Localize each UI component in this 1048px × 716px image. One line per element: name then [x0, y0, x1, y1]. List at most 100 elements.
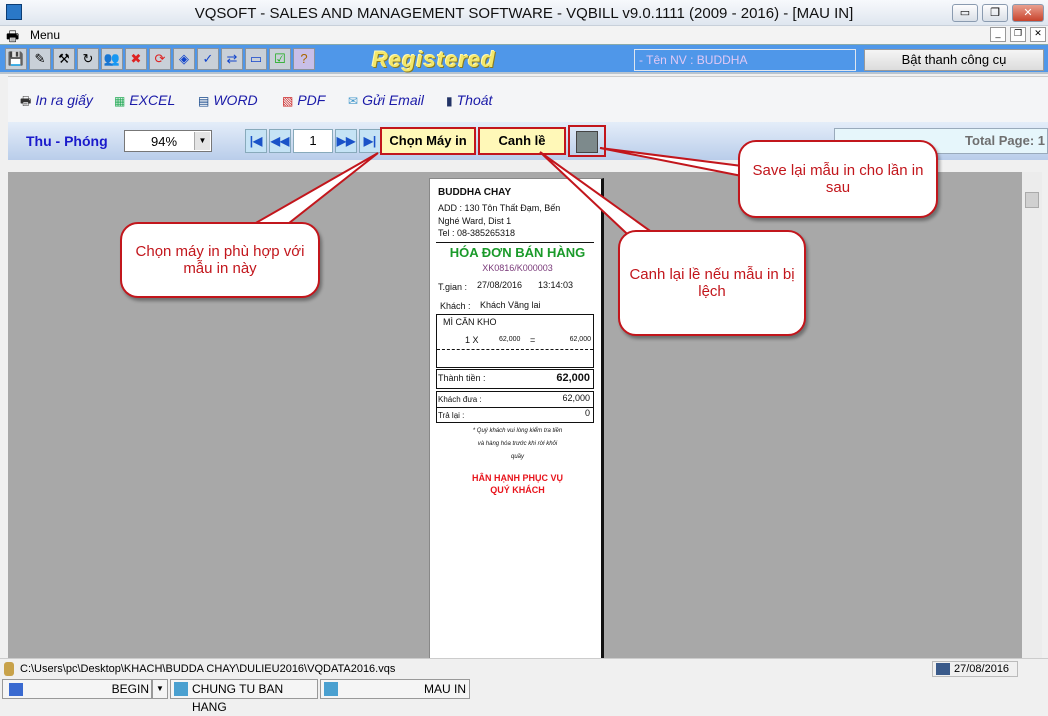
word-button[interactable]: ▤ WORD: [198, 92, 258, 108]
change-value: 0: [584, 408, 590, 418]
taskbar-tab-mau-in[interactable]: MAU IN: [320, 679, 470, 699]
first-page-button[interactable]: |◀: [245, 129, 267, 153]
email-label: Gửi Email: [362, 92, 424, 108]
database-path: C:\Users\pc\Desktop\KHACH\BUDDA CHAY\DUL…: [20, 663, 396, 675]
window-icon: [324, 682, 338, 696]
info-icon[interactable]: ◈: [173, 48, 195, 70]
divider: [437, 407, 593, 408]
exit-door-icon: ▮: [446, 94, 453, 108]
total-value: 62,000: [556, 372, 590, 384]
receipt-code: XK0816/K000003: [482, 263, 553, 273]
mdi-minimize-button[interactable]: _: [990, 27, 1006, 42]
zoom-value: 94%: [151, 134, 178, 149]
item-price: 62,000: [499, 336, 521, 343]
tab-label: CHUNG TU BAN HANG: [192, 682, 284, 714]
store-address-1: ADD : 130 Tôn Thất Đạm, Bến: [438, 203, 561, 213]
total-label: Thành tiền :: [438, 373, 486, 383]
user-edit-icon[interactable]: ✎: [29, 48, 51, 70]
paid-label: Khách đưa :: [438, 395, 482, 404]
store-address-2: Nghé Ward, Dist 1: [438, 216, 512, 226]
chevron-down-icon[interactable]: ▼: [194, 132, 210, 150]
restore-button[interactable]: ❐: [982, 4, 1008, 22]
thanks-line-2: QUÝ KHÁCH: [490, 485, 545, 495]
window-icon: [174, 682, 188, 696]
item-qty: 1 X: [465, 335, 479, 345]
callout-save: Save lại mẫu in cho lần in sau: [738, 140, 938, 218]
word-icon: ▤: [198, 94, 210, 108]
note-line-1: * Quý khách vui lòng kiểm tra tiền: [472, 428, 563, 434]
toggle-toolbar-button[interactable]: Bật thanh công cụ: [864, 49, 1044, 71]
payment-box: Khách đưa : 62,000 Trả lại : 0: [436, 391, 594, 423]
customer-name: Khách Vãng lai: [480, 300, 541, 310]
help-icon[interactable]: ?: [293, 48, 315, 70]
employee-name: - Tên NV : BUDDHA: [634, 49, 856, 71]
status-date: 27/08/2016: [954, 663, 1010, 675]
printer-icon: 🖶: [20, 94, 32, 108]
close-button[interactable]: ✕: [1012, 4, 1044, 22]
email-icon: ✉: [348, 94, 359, 108]
begin-icon: [9, 683, 23, 696]
export-toolbar: 🖶 In ra giấy ▦ EXCEL ▤ WORD ▧ PDF ✉ Gửi Email…: [8, 76, 1048, 122]
next-page-button[interactable]: ▶▶: [335, 129, 357, 153]
print-button[interactable]: 🖶 In ra giấy: [20, 92, 93, 113]
print-label: In ra giấy: [35, 92, 93, 108]
main-toolbar: 💾 ✎ ⚒ ↻ 👥 ✖ ⟳ ◈ ✓ ⇄ ▭ ☑ ? Registered - T…: [0, 44, 1048, 74]
save-template-button[interactable]: [568, 125, 606, 157]
scroll-thumb[interactable]: [1025, 192, 1039, 208]
menu-bar: 🖶 Menu _ ❐ ✕: [0, 26, 1048, 44]
receipt-title: HÓA ĐƠN BÁN HÀNG: [449, 245, 586, 260]
check-icon[interactable]: ☑: [269, 48, 291, 70]
window-icon[interactable]: ▭: [245, 48, 267, 70]
excel-icon: ▦: [114, 94, 126, 108]
minimize-button[interactable]: ▭: [952, 4, 978, 22]
save-icon[interactable]: 💾: [5, 48, 27, 70]
refresh-icon[interactable]: ↻: [77, 48, 99, 70]
spellcheck-icon[interactable]: ✓: [197, 48, 219, 70]
pdf-button[interactable]: ▧ PDF: [282, 92, 325, 108]
callout-margin: Canh lại lề nếu mẫu in bị lệch: [618, 230, 806, 336]
sync-icon[interactable]: ⟳: [149, 48, 171, 70]
teamviewer-icon[interactable]: ⇄: [221, 48, 243, 70]
users-icon[interactable]: 👥: [101, 48, 123, 70]
tools-icon[interactable]: ⚒: [53, 48, 75, 70]
window-title: VQSOFT - SALES AND MANAGEMENT SOFTWARE -…: [194, 5, 854, 22]
last-page-button[interactable]: ▶|: [359, 129, 381, 153]
margins-button[interactable]: Canh lề: [478, 127, 566, 155]
thanks-line-1: HÂN HẠNH PHỤC VỤ: [471, 473, 563, 483]
vertical-scrollbar[interactable]: [1022, 172, 1042, 658]
menu-item[interactable]: Menu: [30, 28, 60, 42]
item-name: MÌ CĂN KHO: [443, 317, 497, 327]
begin-button[interactable]: BEGIN: [2, 679, 152, 699]
page-number-input[interactable]: 1: [293, 129, 333, 153]
registered-logo: Registered: [372, 47, 496, 72]
tab-label: MAU IN: [424, 682, 466, 696]
email-button[interactable]: ✉ Gửi Email: [348, 92, 424, 108]
dashed-divider: [437, 349, 593, 350]
store-name: BUDDHA CHAY: [438, 187, 512, 198]
close-icon[interactable]: ✖: [125, 48, 147, 70]
callout-choose-printer: Chọn máy in phù hợp với mẫu in này: [120, 222, 320, 298]
title-bar: VQSOFT - SALES AND MANAGEMENT SOFTWARE -…: [0, 0, 1048, 26]
begin-dropdown[interactable]: ▼: [152, 679, 168, 699]
save-icon: [576, 131, 598, 153]
excel-label: EXCEL: [129, 92, 176, 108]
mdi-close-button[interactable]: ✕: [1030, 27, 1046, 42]
item-amount: 62,000: [569, 336, 591, 343]
time-label: T.gian :: [438, 282, 468, 292]
store-tel: Tel : 08-385265318: [438, 228, 516, 238]
receipt-page: BUDDHA CHAY ADD : 130 Tôn Thất Đạm, Bến …: [429, 178, 604, 658]
item-eq: =: [530, 335, 536, 345]
taskbar-tab-chung-tu[interactable]: CHUNG TU BAN HANG: [170, 679, 318, 714]
items-box: MÌ CĂN KHO 1 X 62,000 = 62,000: [436, 314, 594, 368]
excel-button[interactable]: ▦ EXCEL: [114, 92, 175, 108]
pdf-label: PDF: [297, 92, 326, 108]
choose-printer-button[interactable]: Chọn Máy in: [380, 127, 476, 155]
mdi-restore-button[interactable]: ❐: [1010, 27, 1026, 42]
prev-page-button[interactable]: ◀◀: [269, 129, 291, 153]
exit-button[interactable]: ▮ Thoát: [446, 92, 492, 108]
zoom-select[interactable]: 94% ▼: [124, 130, 212, 152]
database-icon: [4, 662, 14, 676]
receipt-time: 13:14:03: [538, 280, 574, 290]
total-box: Thành tiền : 62,000: [436, 369, 594, 389]
receipt-date: 27/08/2016: [477, 280, 523, 290]
